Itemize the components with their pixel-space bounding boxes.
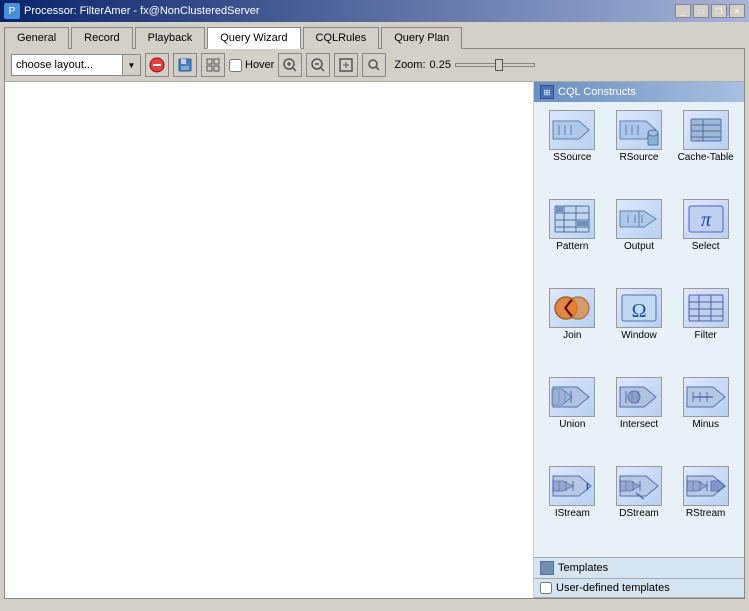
construct-pattern[interactable]: Pattern bbox=[540, 197, 605, 284]
zoom-out-button[interactable] bbox=[306, 53, 330, 77]
output-label: Output bbox=[624, 241, 654, 252]
construct-output[interactable]: Output bbox=[607, 197, 672, 284]
istream-label: IStream bbox=[555, 508, 590, 519]
bottom-panel: Templates User-defined templates bbox=[534, 557, 744, 598]
select-label: Select bbox=[692, 241, 720, 252]
layout-select[interactable]: choose layout... ▼ bbox=[11, 54, 141, 76]
panel-header-icon: ⊞ bbox=[540, 85, 554, 99]
tab-record[interactable]: Record bbox=[71, 27, 132, 49]
construct-rsource[interactable]: RSource bbox=[607, 108, 672, 195]
zoom-label: Zoom: bbox=[394, 59, 425, 71]
construct-select[interactable]: π Select bbox=[673, 197, 738, 284]
search-button[interactable] bbox=[362, 53, 386, 77]
tab-general[interactable]: General bbox=[4, 27, 69, 49]
window-label: Window bbox=[621, 330, 657, 341]
construct-ssource[interactable]: SSource bbox=[540, 108, 605, 195]
join-label: Join bbox=[563, 330, 581, 341]
layout-select-arrow[interactable]: ▼ bbox=[122, 55, 140, 75]
minus-label: Minus bbox=[692, 419, 719, 430]
construct-window[interactable]: Ω Window bbox=[607, 286, 672, 373]
construct-filter[interactable]: Filter bbox=[673, 286, 738, 373]
user-templates-section[interactable]: User-defined templates bbox=[534, 579, 744, 598]
templates-label: Templates bbox=[558, 562, 608, 574]
intersect-label: Intersect bbox=[620, 419, 658, 430]
hover-label: Hover bbox=[245, 59, 274, 71]
construct-istream[interactable]: I IStream bbox=[540, 464, 605, 551]
zoom-in-button[interactable] bbox=[278, 53, 302, 77]
construct-minus[interactable]: Minus bbox=[673, 375, 738, 462]
hover-checkbox[interactable]: Hover bbox=[229, 59, 274, 72]
maximize-button[interactable]: □ bbox=[693, 4, 709, 18]
svg-text:π: π bbox=[701, 209, 712, 231]
templates-icon bbox=[540, 561, 554, 575]
zoom-area: Zoom: 0.25 bbox=[394, 59, 535, 71]
svg-text:I: I bbox=[586, 482, 589, 493]
construct-union[interactable]: Union bbox=[540, 375, 605, 462]
templates-section[interactable]: Templates bbox=[534, 558, 744, 579]
main-content: choose layout... ▼ Hover bbox=[4, 48, 745, 599]
canvas-area[interactable] bbox=[5, 82, 534, 598]
svg-text:Ω: Ω bbox=[632, 300, 647, 322]
union-label: Union bbox=[559, 419, 585, 430]
delete-button[interactable] bbox=[145, 53, 169, 77]
restore-button[interactable]: ❐ bbox=[711, 4, 727, 18]
construct-intersect[interactable]: Intersect bbox=[607, 375, 672, 462]
pattern-label: Pattern bbox=[556, 241, 588, 252]
app-icon: P bbox=[4, 3, 20, 19]
rstream-label: RStream bbox=[686, 508, 725, 519]
zoom-value: 0.25 bbox=[430, 59, 451, 71]
user-templates-checkbox[interactable] bbox=[540, 582, 552, 594]
cachetable-label: Cache-Table bbox=[678, 152, 734, 163]
layout-select-text: choose layout... bbox=[12, 59, 122, 71]
zoom-slider[interactable] bbox=[455, 63, 535, 67]
construct-join[interactable]: Join bbox=[540, 286, 605, 373]
tab-query-plan[interactable]: Query Plan bbox=[381, 27, 462, 49]
construct-rstream[interactable]: RStream bbox=[673, 464, 738, 551]
ssource-label: SSource bbox=[553, 152, 591, 163]
grid-button[interactable] bbox=[201, 53, 225, 77]
constructs-grid: SSource RSource bbox=[534, 102, 744, 557]
right-panel: ⊞ CQL Constructs SSource bbox=[534, 82, 744, 598]
minimize-button[interactable]: _ bbox=[675, 4, 691, 18]
fit-button[interactable] bbox=[334, 53, 358, 77]
tab-playback[interactable]: Playback bbox=[135, 27, 206, 49]
save-button[interactable] bbox=[173, 53, 197, 77]
zoom-slider-thumb[interactable] bbox=[495, 59, 503, 71]
window-title: Processor: FilterAmer - fx@NonClusteredS… bbox=[24, 5, 260, 17]
workspace: ⊞ CQL Constructs SSource bbox=[5, 82, 744, 598]
construct-dstream[interactable]: DStream bbox=[607, 464, 672, 551]
construct-cachetable[interactable]: Cache-Table bbox=[673, 108, 738, 195]
close-button[interactable]: ✕ bbox=[729, 4, 745, 18]
tab-cqlrules[interactable]: CQLRules bbox=[303, 27, 380, 49]
title-bar: P Processor: FilterAmer - fx@NonClustere… bbox=[0, 0, 749, 22]
dstream-label: DStream bbox=[619, 508, 658, 519]
user-templates-label: User-defined templates bbox=[556, 582, 670, 594]
toolbar: choose layout... ▼ Hover bbox=[5, 49, 744, 82]
tab-query-wizard[interactable]: Query Wizard bbox=[207, 27, 300, 49]
cql-constructs-title: CQL Constructs bbox=[558, 86, 636, 98]
cql-constructs-header: ⊞ CQL Constructs bbox=[534, 82, 744, 102]
rsource-label: RSource bbox=[620, 152, 659, 163]
filter-label: Filter bbox=[695, 330, 717, 341]
tab-bar: General Record Playback Query Wizard CQL… bbox=[0, 22, 749, 48]
